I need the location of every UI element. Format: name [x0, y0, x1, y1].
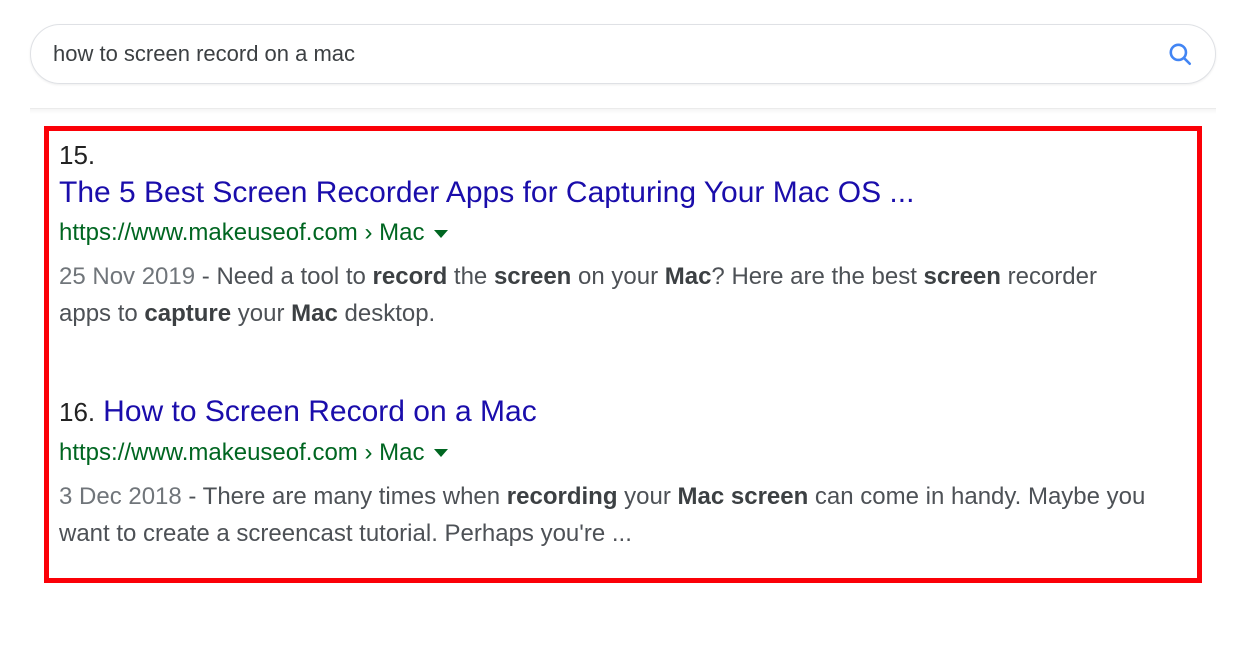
header-divider [30, 108, 1216, 114]
result-date: 3 Dec 2018 [59, 483, 182, 510]
result-snippet: 25 Nov 2019 - Need a tool to record the … [57, 254, 1152, 332]
result-title-line: The 5 Best Screen Recorder Apps for Capt… [57, 173, 1189, 214]
search-result: 15. The 5 Best Screen Recorder Apps for … [57, 137, 1189, 340]
result-url: https://www.makeuseof.com › Mac [59, 433, 424, 474]
search-result: 16. How to Screen Record on a Mac https:/… [57, 390, 1189, 560]
results-highlight-box: 15. The 5 Best Screen Recorder Apps for … [44, 126, 1202, 583]
chevron-down-icon[interactable] [434, 230, 448, 238]
result-url: https://www.makeuseof.com › Mac [59, 213, 424, 254]
search-input[interactable] [53, 41, 1167, 67]
result-url-line[interactable]: https://www.makeuseof.com › Mac [57, 213, 1189, 254]
search-bar [30, 24, 1216, 84]
search-icon[interactable] [1167, 41, 1193, 67]
result-snippet-text: There are many times when recording your… [59, 483, 1145, 547]
result-number: 16. [59, 397, 95, 427]
chevron-down-icon[interactable] [434, 449, 448, 457]
search-bar-container [0, 0, 1246, 84]
result-number: 15. [57, 139, 1189, 173]
result-title-link[interactable]: The 5 Best Screen Recorder Apps for Capt… [59, 176, 914, 209]
result-title-link[interactable]: How to Screen Record on a Mac [103, 395, 537, 428]
result-snippet: 3 Dec 2018 - There are many times when r… [57, 474, 1152, 552]
result-date: 25 Nov 2019 [59, 263, 195, 290]
result-title-line: 16. How to Screen Record on a Mac [57, 392, 1189, 433]
result-snippet-text: Need a tool to record the screen on your… [59, 263, 1097, 327]
result-url-line[interactable]: https://www.makeuseof.com › Mac [57, 433, 1189, 474]
